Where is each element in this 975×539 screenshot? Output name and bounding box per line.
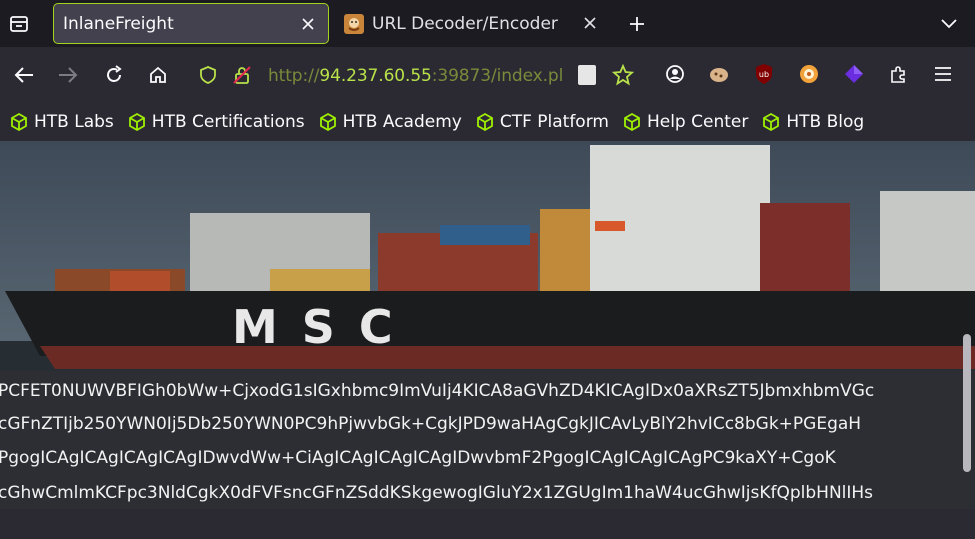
bookmarks-toolbar: HTB Labs HTB Certifications HTB Academy … [0,103,975,141]
bookmark-label: HTB Certifications [151,112,305,132]
bookmark-htb-blog[interactable]: HTB Blog [761,112,864,132]
page-scrollbar[interactable] [963,334,971,472]
hackthebox-cube-icon [624,112,640,132]
home-icon [150,66,166,83]
tab-title: URL Decoder/Encoder [372,13,558,34]
url-text[interactable]: http://94.237.60.55:39873/index.pl [268,66,568,86]
hero-ship-lettering: MSC [232,300,417,354]
tab-title: InlaneFreight [63,13,174,34]
page-content: MSC PCFET0NUWVBFIGh0bWw+CjxodG1sIGxhbmc9… [0,141,975,509]
tab-url-decoder[interactable]: URL Decoder/Encoder [336,3,610,44]
bookmark-label: Help Center [646,112,749,132]
extension-purple-gem-icon[interactable] [842,62,866,86]
encoded-text: PgogICAgICAgICAgICAgIDwvdWw+CiAgICAgICAg… [0,448,836,468]
chevron-down-icon [941,19,957,29]
url-scheme: http:// [268,66,320,86]
firefox-view-icon [10,16,28,32]
account-icon[interactable] [663,62,687,86]
url-host: 94.237.60.55 [319,66,432,86]
list-all-tabs-button[interactable] [936,11,962,37]
bookmark-label: HTB Academy [342,112,462,132]
arrow-right-icon [59,67,78,83]
bookmark-star-icon[interactable] [611,63,635,90]
close-icon [302,18,314,30]
tab-strip: InlaneFreight URL Decoder/Encoder [0,0,975,47]
url-path: :39873/index.pl [431,66,564,86]
bookmark-label: HTB Labs [34,112,114,132]
bookmark-label: CTF Platform [499,112,609,132]
insecure-lock-icon[interactable] [232,65,252,89]
encoded-text-line: cGFnZTIjb250YWN0Ij5Db250YWN0PC9hPjwvbGk+… [0,414,975,436]
hackthebox-cube-icon [319,112,336,132]
bookmark-htb-labs[interactable]: HTB Labs [9,112,114,132]
ublock-origin-icon[interactable]: ub [752,62,776,86]
hackthebox-cube-icon [476,112,493,132]
hackthebox-cube-icon [11,112,27,132]
tab-close-button[interactable] [298,14,318,34]
encoded-text: PCFET0NUWVBFIGh0bWw+CjxodG1sIGxhbmc9ImVu… [0,381,875,401]
close-icon [584,17,596,29]
tab-inlanefreight[interactable]: InlaneFreight [53,3,329,44]
tab-close-button[interactable] [580,13,600,33]
bookmark-htb-academy[interactable]: HTB Academy [318,112,462,132]
bookmark-ctf-platform[interactable]: CTF Platform [475,112,609,132]
shield-icon[interactable] [198,65,218,89]
svg-text:ub: ub [759,70,769,79]
encoded-text-line: cGhwCmlmKCFpc3NldCgkX0dFVFsncGFnZSddKSkg… [0,483,975,505]
extension-cookie-icon[interactable] [707,62,731,86]
encoded-text: cGhwCmlmKCFpc3NldCgkX0dFVFsncGFnZSddKSkg… [0,483,874,503]
navigation-toolbar: http://94.237.60.55:39873/index.pl ub [0,47,975,103]
reload-icon [107,65,122,82]
arrow-left-icon [14,67,33,83]
home-button[interactable] [145,62,171,88]
app-menu-hamburger-icon[interactable] [931,62,955,86]
extension-orange-icon[interactable] [797,62,821,86]
bookmark-help-center[interactable]: Help Center [622,112,748,132]
address-bar[interactable]: http://94.237.60.55:39873/index.pl [190,56,650,94]
extensions-puzzle-icon[interactable] [887,62,911,86]
new-tab-button[interactable] [624,11,650,37]
bookmark-htb-certifications[interactable]: HTB Certifications [127,112,305,132]
reader-view-icon[interactable] [578,65,596,85]
forward-button[interactable] [55,62,81,88]
encoded-text-line: PCFET0NUWVBFIGh0bWw+CjxodG1sIGxhbmc9ImVu… [0,381,975,403]
encoded-text-line: PgogICAgICAgICAgICAgIDwvdWw+CiAgICAgICAg… [0,448,975,470]
plus-icon [630,17,644,31]
hackthebox-cube-icon [128,112,145,132]
back-button[interactable] [11,62,37,88]
firefox-view-button[interactable] [6,11,32,37]
bookmark-label: HTB Blog [786,112,865,132]
hackthebox-cube-icon [763,112,780,132]
reload-button[interactable] [101,62,127,88]
url-decoder-favicon-icon [344,13,364,34]
encoded-text: cGFnZTIjb250YWN0Ij5Db250YWN0PC9hPjwvbGk+… [0,414,862,434]
page-footer-area [0,509,975,539]
